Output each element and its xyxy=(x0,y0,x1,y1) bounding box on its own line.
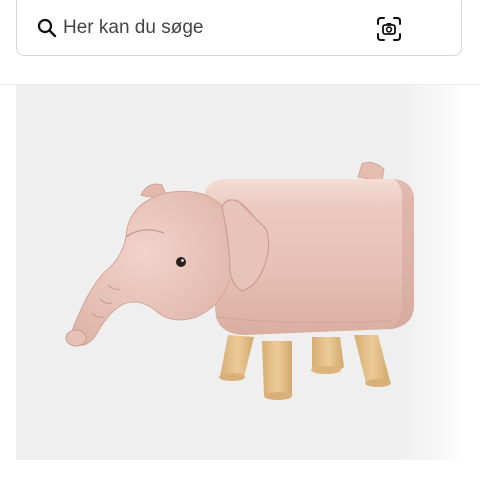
elephant-eye xyxy=(176,257,186,267)
search-icon xyxy=(37,18,57,38)
camera-scan-icon[interactable] xyxy=(375,15,403,43)
elephant-head xyxy=(65,190,237,347)
page xyxy=(0,0,480,480)
product-image-area[interactable] xyxy=(16,85,464,460)
back-legs xyxy=(311,337,344,374)
product-image xyxy=(65,161,414,400)
search-input[interactable] xyxy=(63,13,363,43)
front-legs xyxy=(219,335,391,400)
search-bar[interactable] xyxy=(16,0,462,56)
tail xyxy=(357,161,385,182)
